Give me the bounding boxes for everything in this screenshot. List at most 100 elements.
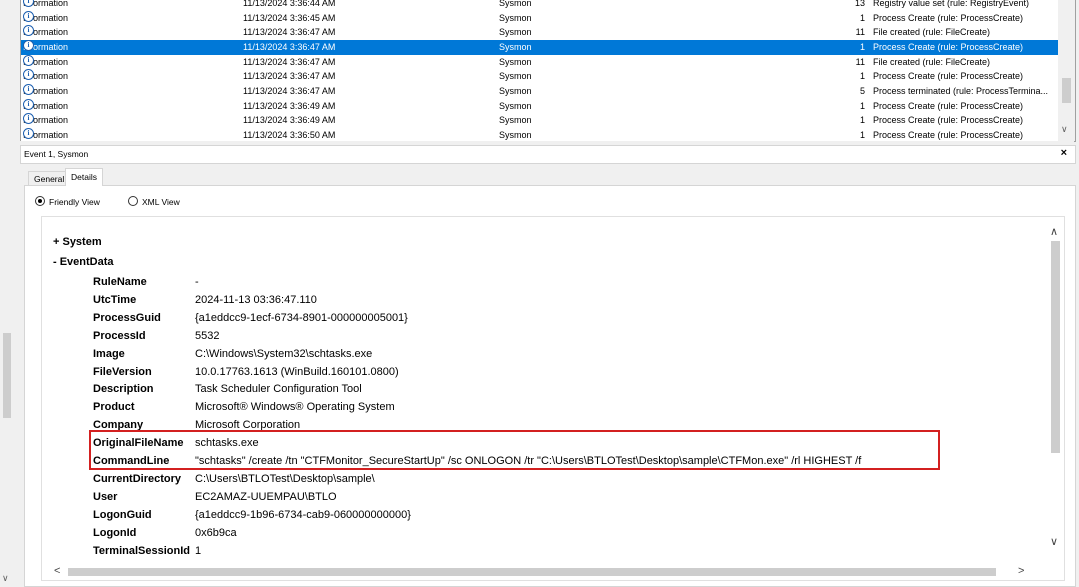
friendly-view-radio[interactable]: Friendly View xyxy=(35,196,100,207)
information-icon: i xyxy=(23,39,34,51)
table-row[interactable]: i Information 11/13/2024 3:36:49 AM Sysmon 1… xyxy=(21,113,1058,128)
date-cell: 11/13/2024 3:36:50 AM xyxy=(243,129,336,140)
level-cell: i Information xyxy=(23,83,68,99)
date-cell: 11/13/2024 3:36:45 AM xyxy=(243,12,336,23)
field-name: LogonId xyxy=(93,526,137,539)
close-icon[interactable]: × xyxy=(1061,147,1067,159)
date-cell: 11/13/2024 3:36:44 AM xyxy=(243,0,336,8)
table-row[interactable]: i Information 11/13/2024 3:36:47 AM Sysmon 1… xyxy=(21,69,1058,84)
source-cell: Sysmon xyxy=(499,71,532,82)
tab-general[interactable]: General xyxy=(28,171,71,186)
field-value[interactable]: C:\Windows\System32\schtasks.exe xyxy=(195,348,372,360)
field-value[interactable]: 5532 xyxy=(195,330,219,342)
information-icon: i xyxy=(23,54,34,66)
chevron-up-icon[interactable]: ∧ xyxy=(1050,225,1058,238)
friendly-view-label: Friendly View xyxy=(49,197,100,207)
chevron-down-icon[interactable]: ∨ xyxy=(2,573,9,584)
date-cell: 11/13/2024 3:36:47 AM xyxy=(243,71,336,82)
information-icon: i xyxy=(23,10,34,22)
system-node[interactable]: + System xyxy=(53,236,102,248)
event-list-scrollbar[interactable]: ∨ xyxy=(1058,0,1075,141)
task-category-cell: Process Create (rule: ProcessCreate) xyxy=(873,71,1024,82)
details-horizontal-scrollbar[interactable]: < > xyxy=(42,564,1048,580)
date-cell: 11/13/2024 3:36:49 AM xyxy=(243,115,336,126)
task-category-cell: Process Create (rule: ProcessCreate) xyxy=(873,41,1024,52)
event-details-header: Event 1, Sysmon × xyxy=(20,145,1076,164)
xml-view-label: XML View xyxy=(142,197,180,207)
level-cell: i Information xyxy=(23,127,68,141)
source-cell: Sysmon xyxy=(499,12,532,23)
details-panel: Friendly View XML View + System - EventD… xyxy=(24,185,1076,587)
field-name: Product xyxy=(93,401,135,414)
details-vertical-scrollbar[interactable]: ∧ ∨ xyxy=(1048,217,1064,580)
table-row[interactable]: i Information 11/13/2024 3:36:50 AM Sysmon 1… xyxy=(21,127,1058,141)
details-hscroll-thumb[interactable] xyxy=(68,568,996,576)
table-row[interactable]: i Information 11/13/2024 3:36:47 AM Sysmon 1… xyxy=(21,54,1058,70)
source-cell: Sysmon xyxy=(499,115,532,126)
date-cell: 11/13/2024 3:36:47 AM xyxy=(243,41,336,52)
date-cell: 11/13/2024 3:36:49 AM xyxy=(243,100,336,111)
source-cell: Sysmon xyxy=(499,41,532,52)
field-value[interactable]: 0x6b9ca xyxy=(195,527,237,539)
level-cell: i Information xyxy=(23,54,68,70)
chevron-down-icon[interactable]: ∨ xyxy=(1050,535,1058,548)
field-name: TerminalSessionId xyxy=(93,544,190,557)
field-value[interactable]: C:\Users\BTLOTest\Desktop\sample\ xyxy=(195,473,375,485)
information-icon: i xyxy=(23,127,34,139)
table-row[interactable]: i Information 11/13/2024 3:36:44 AM Sysmon 1… xyxy=(21,0,1058,11)
chevron-right-icon[interactable]: > xyxy=(1018,565,1024,577)
date-cell: 11/13/2024 3:36:47 AM xyxy=(243,27,336,38)
field-value[interactable]: 10.0.17763.1613 (WinBuild.160101.0800) xyxy=(195,366,399,378)
field-name: Image xyxy=(93,347,125,360)
source-cell: Sysmon xyxy=(499,85,532,96)
event-list-scroll-thumb[interactable] xyxy=(1062,78,1071,103)
field-name: LogonGuid xyxy=(93,508,152,521)
xml-view-radio[interactable]: XML View xyxy=(128,196,180,207)
field-value[interactable]: 2024-11-13 03:36:47.110 xyxy=(195,294,317,306)
table-row[interactable]: i Information 11/13/2024 3:36:47 AM Sysmon 1… xyxy=(21,25,1058,40)
level-cell: i Information xyxy=(23,69,68,84)
table-row[interactable]: i Information 11/13/2024 3:36:49 AM Sysmon 1… xyxy=(21,98,1058,114)
event-id-cell: 1 xyxy=(859,115,865,126)
field-value[interactable]: {a1eddcc9-1b96-6734-cab9-060000000000} xyxy=(195,509,411,521)
table-row[interactable]: i Information 11/13/2024 3:36:47 AM Sysmon 5… xyxy=(21,83,1058,99)
event-id-cell: 11 xyxy=(855,56,865,67)
details-vscroll-thumb[interactable] xyxy=(1051,241,1060,453)
chevron-down-icon[interactable]: ∨ xyxy=(1061,124,1068,135)
level-cell: i Information xyxy=(23,25,68,40)
radio-selected-icon xyxy=(35,196,45,206)
tab-details[interactable]: Details xyxy=(65,168,103,186)
field-value[interactable]: 1 xyxy=(195,545,201,557)
field-name: ProcessId xyxy=(93,329,146,342)
event-id-cell: 1 xyxy=(859,71,865,82)
task-category-cell: Process Create (rule: ProcessCreate) xyxy=(873,100,1024,111)
task-category-cell: Process Create (rule: ProcessCreate) xyxy=(873,115,1024,126)
event-id-cell: 1 xyxy=(859,129,865,140)
outer-scroll-thumb[interactable] xyxy=(3,333,11,418)
date-cell: 11/13/2024 3:36:47 AM xyxy=(243,56,336,67)
field-name: CurrentDirectory xyxy=(93,472,182,485)
information-icon: i xyxy=(23,83,34,95)
event-id-cell: 5 xyxy=(859,85,865,96)
event-id-cell: 13 xyxy=(854,0,865,8)
table-row[interactable]: i Information 11/13/2024 3:36:47 AM Sysmon 1… xyxy=(21,39,1058,55)
event-id-cell: 11 xyxy=(855,27,865,38)
field-value[interactable]: - xyxy=(195,276,199,288)
field-name: UtcTime xyxy=(93,293,137,306)
task-category-cell: Process Create (rule: ProcessCreate) xyxy=(873,12,1024,23)
field-value[interactable]: {a1eddcc9-1ecf-6734-8901-000000005001} xyxy=(195,312,408,324)
task-category-cell: File created (rule: FileCreate) xyxy=(873,27,991,38)
table-row[interactable]: i Information 11/13/2024 3:36:45 AM Sysmon 1… xyxy=(21,10,1058,26)
level-cell: i Information xyxy=(23,10,68,26)
level-cell: i Information xyxy=(23,98,68,114)
information-icon: i xyxy=(23,98,34,110)
outer-scrollbar[interactable]: ∨ xyxy=(0,0,14,585)
field-value[interactable]: Task Scheduler Configuration Tool xyxy=(195,383,362,395)
chevron-left-icon[interactable]: < xyxy=(54,565,60,577)
field-value[interactable]: EC2AMAZ-UUEMPAU\BTLO xyxy=(195,491,337,503)
field-name: FileVersion xyxy=(93,365,152,378)
eventdata-node[interactable]: - EventData xyxy=(53,256,114,268)
field-value[interactable]: Microsoft® Windows® Operating System xyxy=(195,401,395,413)
event-id-cell: 1 xyxy=(859,100,865,111)
task-category-cell: File created (rule: FileCreate) xyxy=(873,56,991,67)
